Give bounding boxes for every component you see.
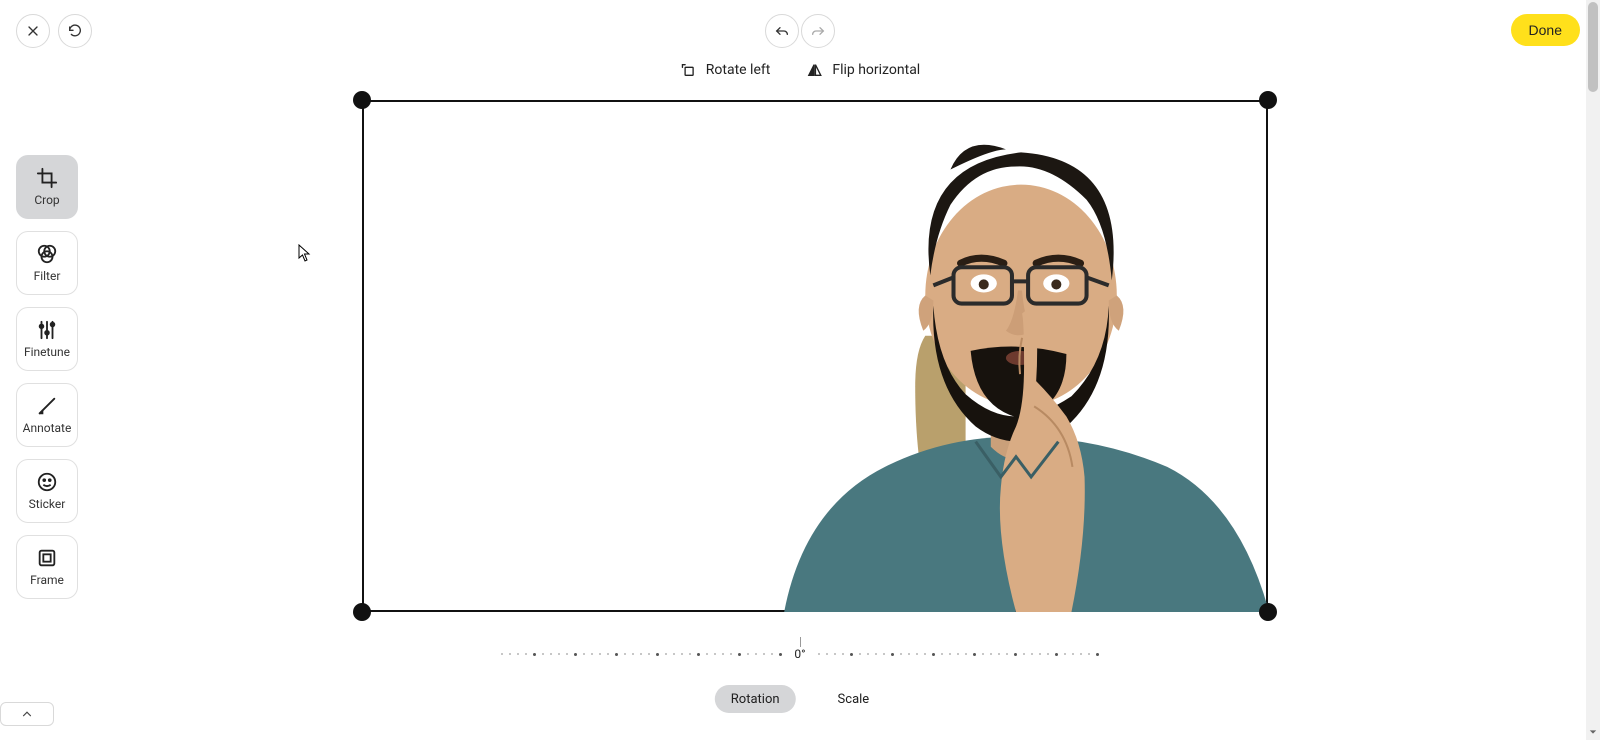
close-button[interactable] [16, 14, 50, 48]
rotate-left-label: Rotate left [706, 62, 771, 78]
reset-button[interactable] [58, 14, 92, 48]
tool-finetune[interactable]: Finetune [16, 307, 78, 371]
undo-icon [774, 23, 790, 39]
mode-rotation[interactable]: Rotation [715, 685, 796, 713]
redo-button[interactable] [801, 14, 835, 48]
undo-button[interactable] [765, 14, 799, 48]
ruler-value: 0° [790, 647, 809, 661]
scrollbar-arrow-down-icon[interactable] [1588, 726, 1598, 738]
tool-frame[interactable]: Frame [16, 535, 78, 599]
mode-row: Rotation Scale [715, 685, 885, 713]
annotate-icon [36, 395, 58, 417]
tool-frame-label: Frame [30, 573, 64, 587]
collapse-toggle[interactable] [0, 702, 54, 726]
crop-handle-bottom-right[interactable] [1259, 603, 1277, 621]
tool-sidebar: Crop Filter Finetune Annotate Sticker Fr… [16, 155, 78, 599]
top-bar: Done [0, 0, 1600, 58]
tool-filter[interactable]: Filter [16, 231, 78, 295]
tool-annotate[interactable]: Annotate [16, 383, 78, 447]
crop-rectangle[interactable] [362, 100, 1268, 612]
mouse-cursor-icon [298, 244, 312, 262]
undo-redo-group [765, 14, 835, 48]
done-button[interactable]: Done [1511, 14, 1580, 46]
tool-sticker[interactable]: Sticker [16, 459, 78, 523]
flip-horizontal-label: Flip horizontal [832, 62, 920, 78]
redo-icon [810, 23, 826, 39]
reset-icon [67, 23, 83, 39]
finetune-icon [36, 319, 58, 341]
close-icon [25, 23, 41, 39]
filter-icon [36, 243, 58, 265]
image-content [764, 104, 1268, 612]
rotate-left-icon [680, 62, 696, 78]
tool-crop-label: Crop [34, 193, 59, 207]
tool-sticker-label: Sticker [29, 497, 66, 511]
tool-filter-label: Filter [34, 269, 61, 283]
tool-crop[interactable]: Crop [16, 155, 78, 219]
sticker-icon [36, 471, 58, 493]
crop-handle-top-right[interactable] [1259, 91, 1277, 109]
rotation-ruler[interactable]: 0° [620, 645, 980, 669]
crop-handle-bottom-left[interactable] [353, 603, 371, 621]
tool-annotate-label: Annotate [23, 421, 72, 435]
chevron-up-icon [20, 707, 34, 721]
flip-horizontal-icon [806, 62, 822, 78]
mode-scale[interactable]: Scale [822, 685, 886, 713]
frame-icon [36, 547, 58, 569]
rotate-left-button[interactable]: Rotate left [680, 62, 771, 78]
crop-canvas[interactable] [362, 100, 1268, 612]
vertical-scrollbar[interactable] [1586, 0, 1600, 740]
tool-finetune-label: Finetune [24, 345, 70, 359]
crop-handle-top-left[interactable] [353, 91, 371, 109]
crop-icon [36, 167, 58, 189]
transform-row: Rotate left Flip horizontal [680, 62, 920, 78]
top-left-controls [16, 14, 92, 48]
scrollbar-thumb[interactable] [1588, 2, 1598, 92]
flip-horizontal-button[interactable]: Flip horizontal [806, 62, 920, 78]
